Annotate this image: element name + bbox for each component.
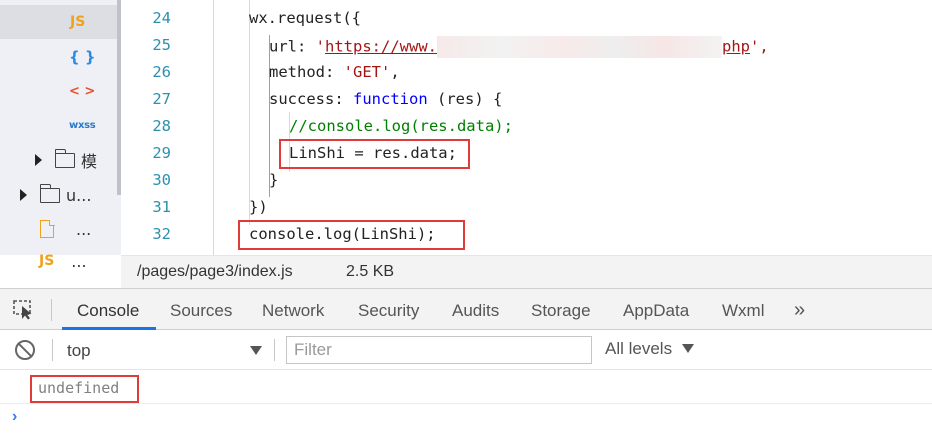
- line-number: 25: [152, 36, 171, 54]
- code-line-30: }: [269, 171, 278, 189]
- more-tabs-chevron-icon[interactable]: »: [794, 299, 805, 322]
- context-value: top: [67, 341, 91, 360]
- tab-console[interactable]: Console: [77, 301, 139, 321]
- code-line-31: }): [249, 198, 268, 216]
- js-file-icon: JS: [39, 253, 55, 269]
- tab-network[interactable]: Network: [262, 301, 324, 321]
- url-link-end[interactable]: php: [722, 38, 750, 56]
- tree-item-index-js[interactable]: JS: [0, 5, 121, 39]
- tab-audits[interactable]: Audits: [452, 301, 499, 321]
- tree-item-file[interactable]: ...: [0, 212, 121, 246]
- line-number: 26: [152, 63, 171, 81]
- toolbar-separator: [51, 299, 52, 321]
- console-toolbar: top All levels: [0, 330, 932, 370]
- clear-console-icon[interactable]: [15, 340, 35, 360]
- tab-storage[interactable]: Storage: [531, 301, 591, 321]
- line-number-gutter: 24 25 26 27 28 29 30 31 32: [121, 0, 211, 255]
- string-value: 'GET': [343, 63, 391, 81]
- line-number: 31: [152, 198, 171, 216]
- tab-sources[interactable]: Sources: [170, 301, 232, 321]
- console-output: undefined ›: [0, 370, 932, 437]
- code-line-26: method: 'GET',: [269, 63, 400, 81]
- context-selector[interactable]: top: [56, 335, 266, 365]
- redacted-url-blur: [437, 36, 722, 58]
- console-message-row: undefined: [0, 370, 932, 404]
- code-text: }): [249, 198, 268, 216]
- line-number: 32: [152, 225, 171, 243]
- file-label: ...: [76, 219, 92, 239]
- tree-item-index-wxml[interactable]: < >: [0, 74, 121, 108]
- wxml-file-icon: < >: [69, 83, 96, 99]
- tree-item-folder-2[interactable]: u...: [0, 178, 121, 212]
- folder-label: u...: [66, 185, 92, 205]
- inspect-element-icon[interactable]: [13, 300, 35, 320]
- line-number: 28: [152, 117, 171, 135]
- console-prompt-icon[interactable]: ›: [12, 408, 17, 426]
- tab-security[interactable]: Security: [358, 301, 419, 321]
- tab-wxml[interactable]: Wxml: [722, 301, 764, 321]
- tree-item-folder-1[interactable]: 模: [0, 143, 121, 177]
- dropdown-arrow-icon[interactable]: [682, 344, 694, 353]
- code-key: method:: [269, 63, 344, 81]
- code-key: success:: [269, 90, 353, 108]
- folder-icon: [39, 183, 60, 203]
- code-comment: //console.log(res.data);: [289, 117, 513, 135]
- highlight-box-undefined: [30, 375, 139, 403]
- line-number: 24: [152, 9, 171, 27]
- file-tree-sidebar: JS { } < > wxss 模 u... ... JS ...: [0, 0, 121, 271]
- toolbar-separator: [52, 339, 53, 361]
- js-file-icon: JS: [70, 14, 86, 30]
- wxss-file-icon: wxss: [69, 119, 96, 131]
- tree-item-index-wxss[interactable]: wxss: [0, 108, 121, 142]
- json-file-icon: { }: [69, 48, 96, 66]
- tab-appdata[interactable]: AppData: [623, 301, 689, 321]
- line-number: 30: [152, 171, 171, 189]
- code-text: }: [269, 171, 279, 189]
- file-label: ...: [71, 251, 87, 271]
- expand-arrow-icon[interactable]: [20, 189, 27, 201]
- code-line-25: url: 'https://www. php',: [269, 36, 769, 58]
- indent-guide: [213, 0, 214, 255]
- file-icon: [40, 219, 55, 238]
- folder-label: 模: [81, 152, 98, 171]
- tree-item-index-json[interactable]: { }: [0, 40, 121, 74]
- code-key: url:: [269, 37, 316, 56]
- code-line-24: wx.request({: [249, 9, 361, 27]
- tree-item-js-file[interactable]: JS ...: [0, 247, 121, 271]
- line-number: 29: [152, 144, 171, 162]
- expand-arrow-icon[interactable]: [35, 154, 42, 166]
- indent-guide: [249, 0, 250, 225]
- dropdown-arrow-icon: [250, 346, 262, 355]
- code-line-27: success: function (res) {: [269, 90, 502, 108]
- highlight-box-console-log: [238, 220, 465, 250]
- file-path: /pages/page3/index.js: [137, 263, 293, 280]
- code-editor[interactable]: 24 25 26 27 28 29 30 31 32 wx.request({ …: [121, 0, 932, 255]
- devtools-tab-bar: Console Sources Network Security Audits …: [0, 288, 932, 330]
- toolbar-separator: [274, 339, 275, 361]
- filter-input[interactable]: [286, 336, 592, 364]
- highlight-box-assignment: [279, 139, 470, 169]
- code-punct: ,: [390, 63, 400, 81]
- log-levels-dropdown[interactable]: All levels: [605, 339, 672, 359]
- keyword: function: [353, 90, 428, 108]
- editor-status-bar: /pages/page3/index.js 2.5 KB: [121, 255, 932, 288]
- code-text: (res) {: [427, 90, 503, 108]
- code-line-28: //console.log(res.data);: [289, 117, 513, 135]
- string-quote: ',: [750, 37, 769, 56]
- url-link[interactable]: https://www.: [325, 38, 437, 56]
- code-text: wx.request({: [249, 9, 361, 27]
- folder-icon: [54, 148, 75, 168]
- string-quote: ': [315, 37, 326, 56]
- line-number: 27: [152, 90, 171, 108]
- file-size: 2.5 KB: [346, 263, 395, 280]
